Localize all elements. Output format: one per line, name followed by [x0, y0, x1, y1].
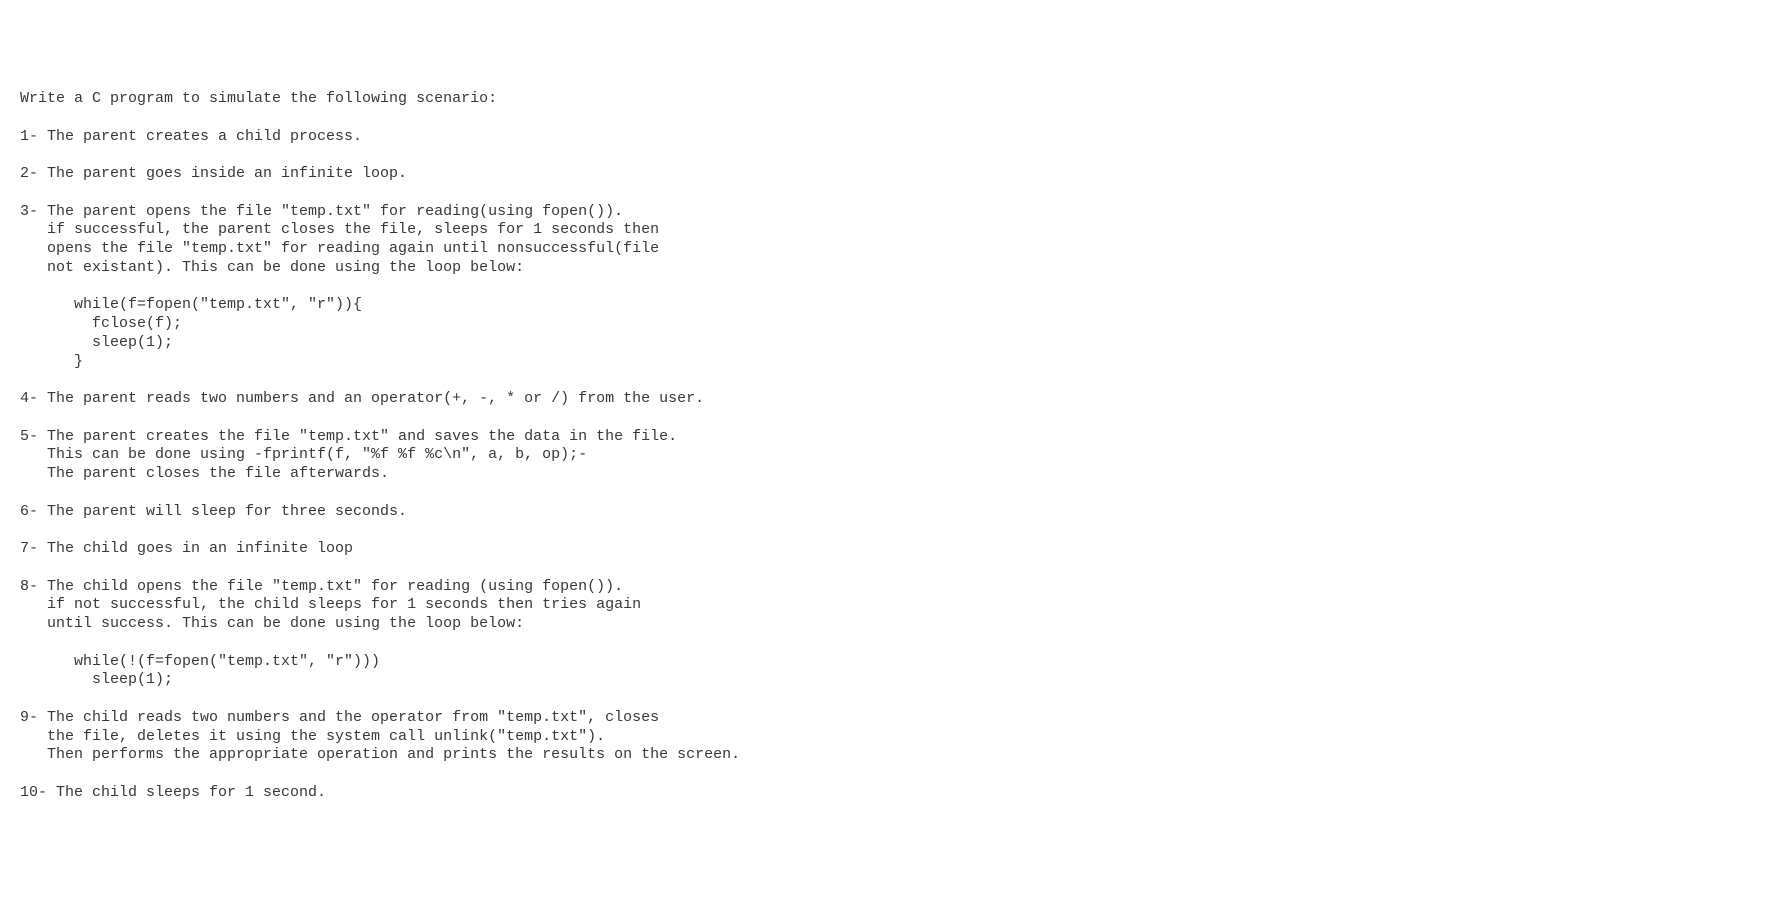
step-8-line-1: 8- The child opens the file "temp.txt" f…: [20, 578, 623, 595]
step-10: 10- The child sleeps for 1 second.: [20, 784, 326, 801]
step-1: 1- The parent creates a child process.: [20, 128, 362, 145]
step-3-code-1: while(f=fopen("temp.txt", "r")){: [20, 296, 362, 313]
step-8-line-3: until success. This can be done using th…: [20, 615, 524, 632]
step-3-line-4: not existant). This can be done using th…: [20, 259, 524, 276]
step-3-code-3: sleep(1);: [20, 334, 173, 351]
step-5-line-1: 5- The parent creates the file "temp.txt…: [20, 428, 677, 445]
step-9-line-1: 9- The child reads two numbers and the o…: [20, 709, 659, 726]
document-body: Write a C program to simulate the follow…: [20, 90, 1764, 803]
step-6: 6- The parent will sleep for three secon…: [20, 503, 407, 520]
step-3-line-2: if successful, the parent closes the fil…: [20, 221, 659, 238]
step-3-line-1: 3- The parent opens the file "temp.txt" …: [20, 203, 623, 220]
step-5-line-2: This can be done using -fprintf(f, "%f %…: [20, 446, 587, 463]
step-8-code-2: sleep(1);: [20, 671, 173, 688]
step-8-code-1: while(!(f=fopen("temp.txt", "r"))): [20, 653, 380, 670]
step-3-line-3: opens the file "temp.txt" for reading ag…: [20, 240, 659, 257]
step-7: 7- The child goes in an infinite loop: [20, 540, 353, 557]
step-8-line-2: if not successful, the child sleeps for …: [20, 596, 641, 613]
step-9-line-2: the file, deletes it using the system ca…: [20, 728, 605, 745]
step-9-line-3: Then performs the appropriate operation …: [20, 746, 740, 763]
document-title: Write a C program to simulate the follow…: [20, 90, 497, 107]
step-5-line-3: The parent closes the file afterwards.: [20, 465, 389, 482]
step-4: 4- The parent reads two numbers and an o…: [20, 390, 704, 407]
step-3-code-2: fclose(f);: [20, 315, 182, 332]
step-3-code-4: }: [20, 353, 83, 370]
step-2: 2- The parent goes inside an infinite lo…: [20, 165, 407, 182]
